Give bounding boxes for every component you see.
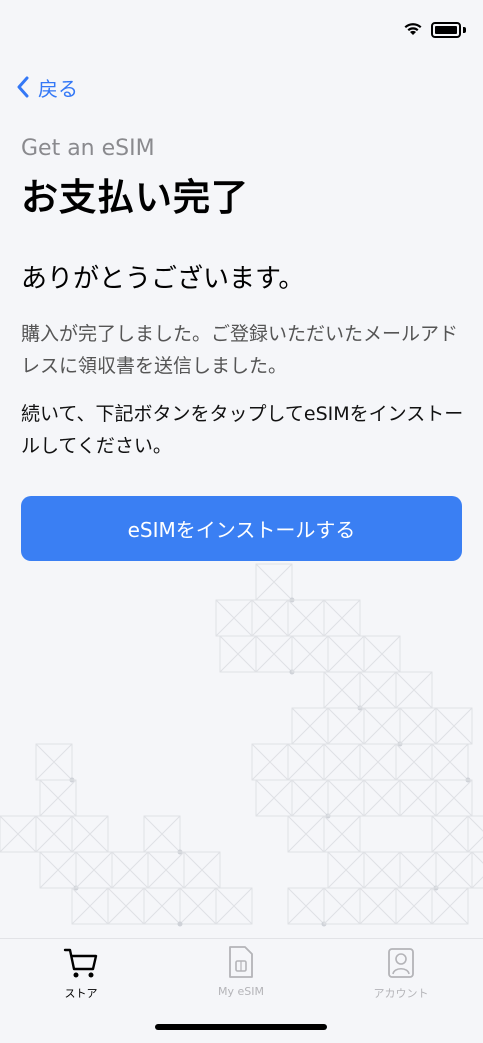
pattern-cross: [255, 635, 293, 673]
pattern-cross: [323, 815, 361, 853]
purchase-complete-text: 購入が完了しました。ご登録いただいたメールアドレスに領収書を送信しました。: [21, 323, 459, 377]
pattern-cross: [399, 851, 437, 889]
pattern-cross: [111, 851, 149, 889]
tab-account-label: アカウント: [373, 987, 429, 1000]
pattern-cross: [359, 671, 397, 709]
pattern-cross: [143, 887, 181, 925]
pattern-cross: [395, 743, 433, 781]
pattern-cross: [359, 887, 397, 925]
pattern-cell: [467, 815, 483, 853]
pattern-cross: [363, 707, 401, 745]
pattern-cross: [287, 743, 325, 781]
install-esim-button[interactable]: eSIMをインストールする: [21, 496, 462, 561]
pattern-cross: [467, 815, 483, 853]
pattern-cross: [0, 815, 37, 853]
pattern-cross: [215, 599, 253, 637]
pattern-cross: [435, 851, 473, 889]
back-button[interactable]: 戻る: [16, 72, 78, 102]
pattern-cross: [323, 887, 361, 925]
pattern-cross: [71, 815, 109, 853]
pattern-cross: [291, 635, 329, 673]
pattern-cross: [323, 671, 361, 709]
pattern-cross: [435, 779, 473, 817]
pattern-cross: [363, 635, 401, 673]
pattern-cross: [431, 815, 469, 853]
tab-account[interactable]: アカウント: [341, 939, 461, 1009]
install-instruction-text: 続いて、下記ボタンをタップしてeSIMをインストールしてください。: [21, 403, 464, 457]
pattern-cross: [255, 563, 293, 601]
pattern-cross: [215, 887, 253, 925]
pattern-cross: [291, 707, 329, 745]
pattern-cross: [39, 851, 77, 889]
pattern-cross: [183, 851, 221, 889]
pattern-cross: [363, 851, 401, 889]
pattern-cross: [435, 707, 473, 745]
cart-icon: [63, 948, 98, 978]
pattern-cross: [431, 743, 469, 781]
pattern-dot: [177, 921, 183, 927]
pattern-cross: [147, 851, 185, 889]
pattern-cross: [39, 779, 77, 817]
pattern-cross: [359, 743, 397, 781]
pattern-cross: [251, 743, 289, 781]
pattern-cross: [219, 635, 257, 673]
pattern-cross: [75, 851, 113, 889]
battery-tip: [463, 27, 466, 33]
thanks-heading: ありがとうございます。: [21, 264, 305, 294]
pattern-cross: [107, 887, 145, 925]
pattern-cross: [287, 815, 325, 853]
back-label: 戻る: [38, 76, 78, 101]
pattern-cross: [327, 707, 365, 745]
page-title: お支払い完了: [21, 176, 249, 219]
pattern-cross: [395, 887, 433, 925]
tab-my-esim[interactable]: My eSIM: [181, 939, 301, 1009]
sim-card-icon: [229, 946, 253, 978]
pattern-cross: [143, 815, 181, 853]
wifi-icon: [404, 23, 422, 35]
pattern-cross: [431, 887, 469, 925]
pattern-cross: [323, 599, 361, 637]
pattern-cross: [395, 671, 433, 709]
pattern-cross: [399, 779, 437, 817]
page-subtitle: Get an eSIM: [21, 136, 155, 161]
chevron-left-icon: [17, 76, 29, 98]
pattern-cross: [327, 635, 365, 673]
pattern-cross: [291, 779, 329, 817]
tab-my-esim-label: My eSIM: [218, 985, 264, 998]
pattern-cross: [287, 599, 325, 637]
pattern-cross: [251, 599, 289, 637]
tab-store-label: ストア: [64, 987, 98, 1000]
pattern-cross: [255, 779, 293, 817]
battery-icon: [431, 22, 461, 38]
pattern-cross: [35, 743, 73, 781]
pattern-cross: [327, 851, 365, 889]
pattern-cross: [323, 743, 361, 781]
status-bar: [0, 0, 483, 60]
account-icon: [388, 948, 414, 978]
pattern-cross: [287, 887, 325, 925]
pattern-cross: [71, 887, 109, 925]
home-indicator: [155, 1024, 327, 1030]
pattern-cross: [363, 779, 401, 817]
pattern-cross: [35, 815, 73, 853]
pattern-cross: [327, 779, 365, 817]
pattern-cross: [399, 707, 437, 745]
tab-store[interactable]: ストア: [21, 939, 141, 1009]
pattern-cross: [179, 887, 217, 925]
background-pattern: [0, 563, 483, 927]
pattern-cross: [471, 851, 483, 889]
